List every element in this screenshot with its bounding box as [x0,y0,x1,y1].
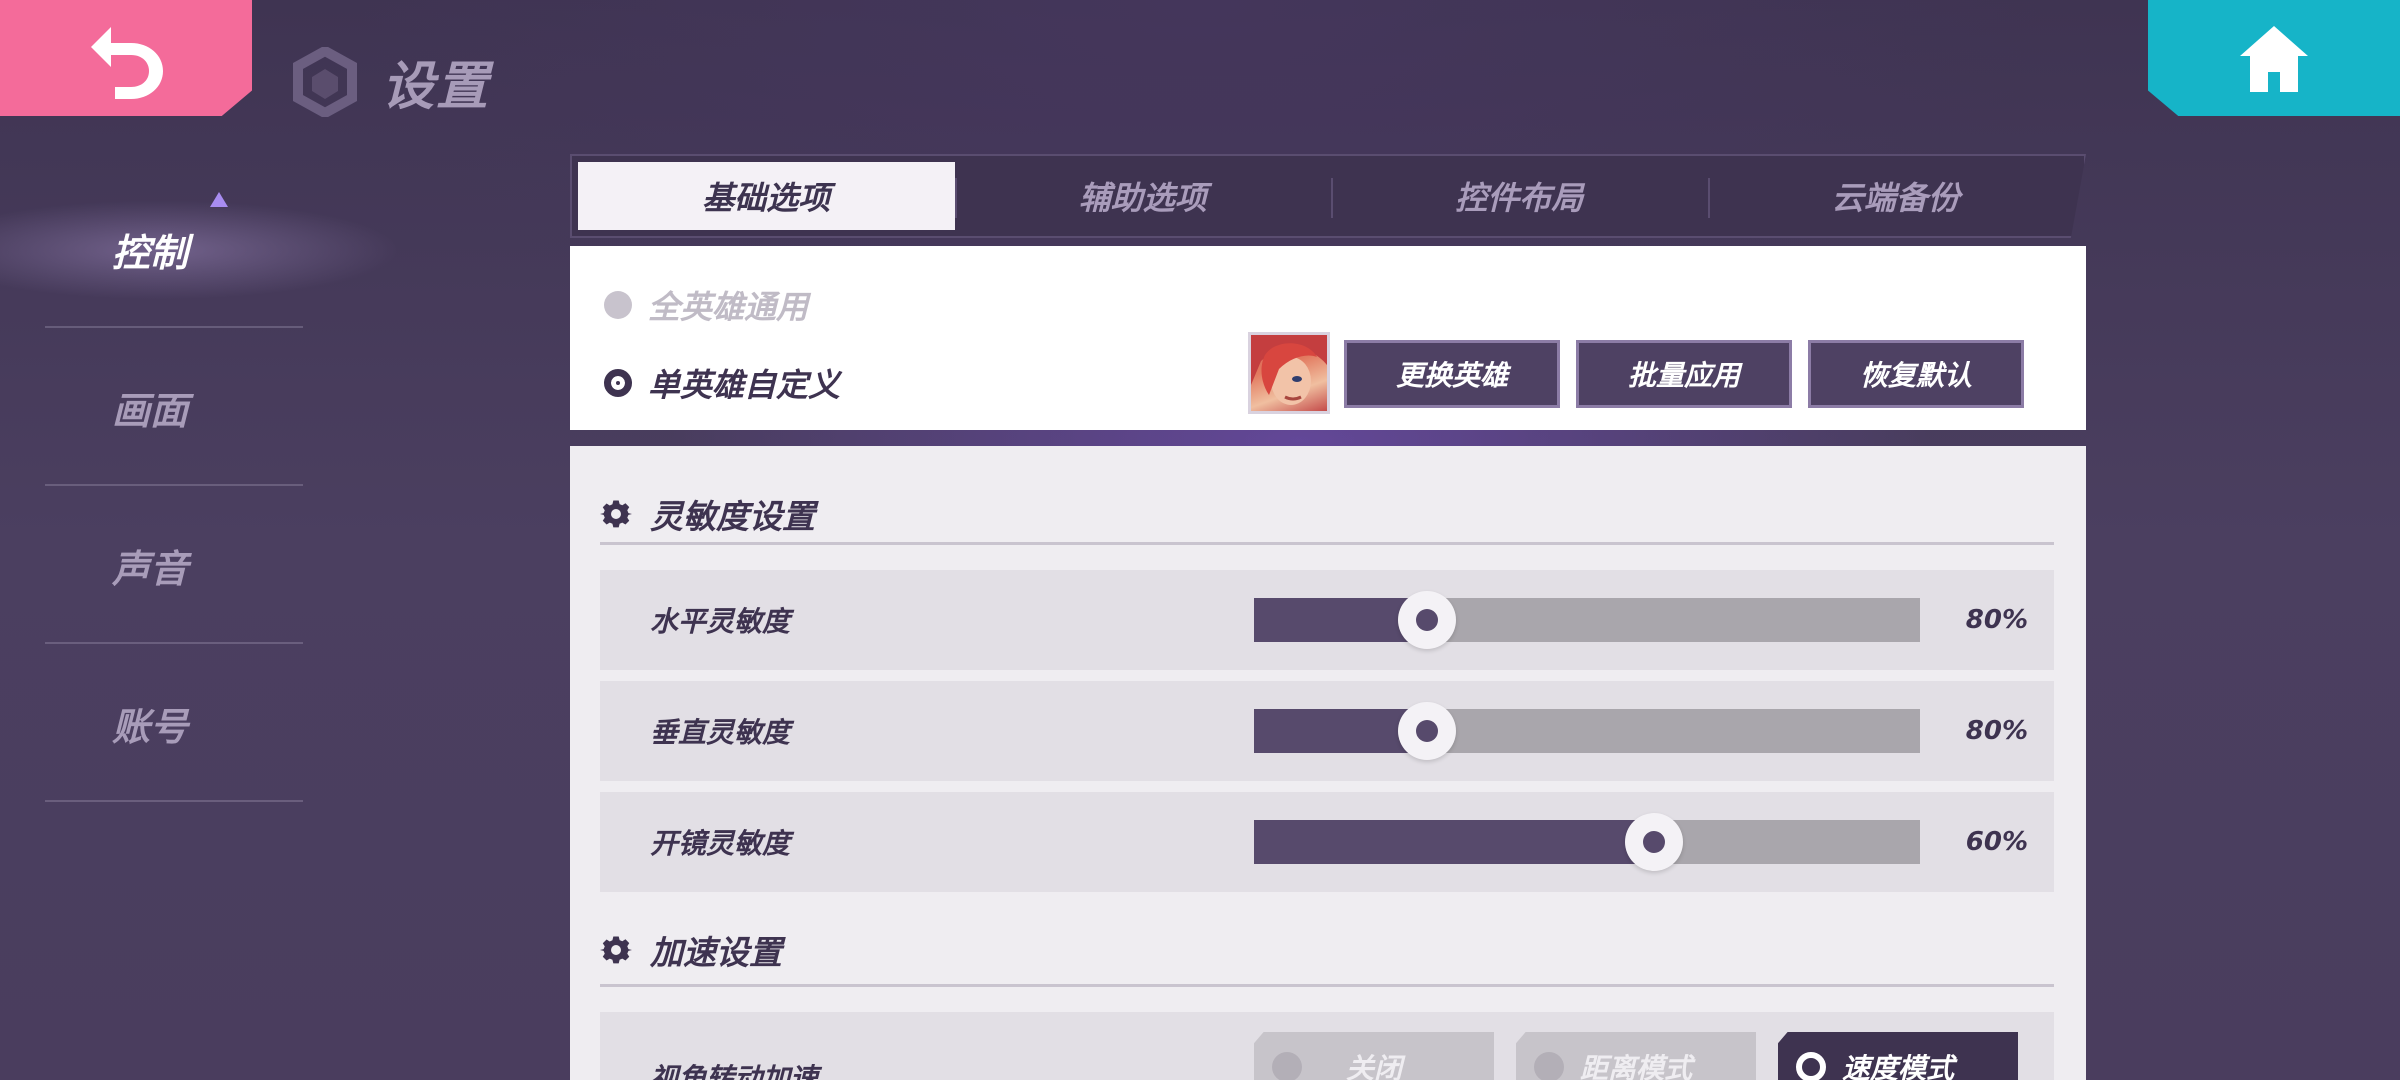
divider [600,542,2054,545]
gear-icon [600,936,632,964]
option-label: 关闭 [1345,1052,1402,1080]
accel-option-distance[interactable]: 距离模式 [1516,1032,1756,1080]
option-label: 速度模式 [1841,1052,1954,1080]
triangle-marker-icon [210,192,228,207]
slider-value: 80% [1965,605,2028,635]
slider-row-horizontal: 水平灵敏度 80% [600,570,2054,670]
sidebar-item-display[interactable]: 画面 [0,328,350,486]
accel-option-speed[interactable]: 速度模式 [1778,1032,2018,1080]
tab-bar: 基础选项 辅助选项 控件布局 云端备份 [570,154,2086,238]
row-label: 垂直灵敏度 [650,716,791,749]
change-hero-button[interactable]: 更换英雄 [1344,340,1560,408]
slider-thumb[interactable] [1398,702,1457,760]
sidebar-item-label: 控制 [111,230,188,275]
tab-cloud-backup[interactable]: 云端备份 [1707,156,2085,236]
back-arrow-icon [91,27,163,99]
section-title: 灵敏度设置 [650,497,815,536]
home-button[interactable] [2148,0,2400,116]
slider-fill [1254,820,1654,864]
radio-label: 单英雄自定义 [648,366,841,404]
divider [45,800,303,802]
option-label: 距离模式 [1579,1052,1692,1080]
sidebar-item-account[interactable]: 账号 [0,644,350,802]
sidebar-item-label: 声音 [111,546,188,591]
radio-all-heroes[interactable]: 全英雄通用 [604,282,808,328]
slider-row-scope: 开镜灵敏度 60% [600,792,2054,892]
back-button[interactable] [0,0,252,116]
row-label: 开镜灵敏度 [650,827,791,860]
section-title: 加速设置 [650,933,782,972]
home-icon [2240,26,2308,92]
radio-single-hero[interactable]: 单英雄自定义 [604,360,840,406]
sidebar-item-label: 画面 [111,388,188,433]
sidebar-item-label: 账号 [111,704,188,749]
radio-icon [1796,1052,1826,1080]
radio-off-icon [604,291,632,319]
acceleration-row: 视角转动加速 关闭 距离模式 速度模式 [600,1012,2054,1080]
scope-sensitivity-slider[interactable] [1254,813,1920,871]
batch-apply-button[interactable]: 批量应用 [1576,340,1792,408]
divider [600,984,2054,987]
radio-icon [1272,1052,1302,1080]
gear-icon [600,500,632,528]
row-label: 水平灵敏度 [650,605,791,638]
hero-mode-card: 全英雄通用 单英雄自定义 更换英雄 批量应用 恢复默认 [570,246,2086,430]
tab-basic[interactable]: 基础选项 [578,162,955,230]
slider-row-vertical: 垂直灵敏度 80% [600,681,2054,781]
slider-thumb[interactable] [1398,591,1457,649]
tab-layout[interactable]: 控件布局 [1331,156,1708,236]
restore-default-button[interactable]: 恢复默认 [1808,340,2024,408]
hero-avatar[interactable] [1248,332,1330,414]
tab-assist[interactable]: 辅助选项 [954,156,1332,236]
sidebar: 控制 画面 声音 账号 [0,170,400,802]
row-label: 视角转动加速 [650,1062,819,1080]
radio-label: 全英雄通用 [648,288,809,326]
accel-option-off[interactable]: 关闭 [1254,1032,1494,1080]
page-title: 设置 [382,57,491,117]
slider-value: 80% [1965,716,2028,746]
radio-on-icon [604,369,632,397]
section-sensitivity-header: 灵敏度设置 [600,490,815,538]
sidebar-item-control[interactable]: 控制 [0,170,400,328]
hero-portrait-icon [1251,335,1327,405]
horizontal-sensitivity-slider[interactable] [1254,591,1920,649]
page-header: 设置 [290,44,490,119]
slider-value: 60% [1965,827,2028,857]
settings-panel: 灵敏度设置 水平灵敏度 80% 垂直灵敏度 80% 开镜灵敏度 60% 加速设置 [570,446,2086,1080]
slider-thumb[interactable] [1624,813,1683,871]
settings-logo-icon [293,46,357,117]
section-acceleration-header: 加速设置 [600,926,782,974]
vertical-sensitivity-slider[interactable] [1254,702,1920,760]
radio-icon [1534,1052,1564,1080]
sidebar-item-sound[interactable]: 声音 [0,486,350,644]
